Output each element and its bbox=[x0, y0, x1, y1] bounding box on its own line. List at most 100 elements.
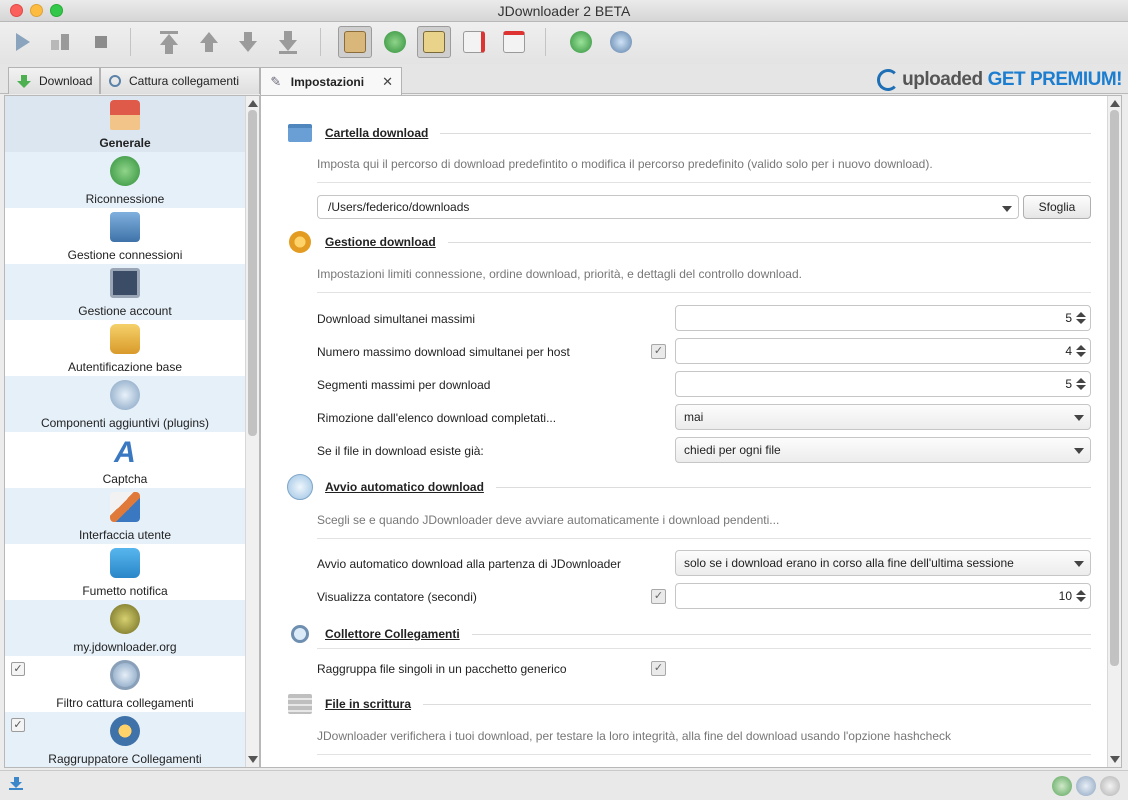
section-description: Imposta qui il percorso di download pred… bbox=[317, 157, 933, 171]
section-title: Cartella download bbox=[325, 126, 429, 140]
section-description: Impostazioni limiti connessione, ordine … bbox=[317, 267, 802, 281]
sidebar-item[interactable]: ✓ Raggruppatore Collegamenti bbox=[5, 712, 245, 767]
move-to-top-button[interactable] bbox=[152, 26, 186, 58]
sidebar-item-label: Fumetto notifica bbox=[82, 584, 168, 598]
auto-start-select[interactable]: solo se i download erano in corso alla f… bbox=[675, 550, 1091, 576]
section-rule bbox=[447, 241, 1091, 243]
sidebar-item[interactable]: Fumetto notifica bbox=[5, 544, 245, 600]
uploaded-premium-banner[interactable]: uploaded GET PREMIUM! bbox=[877, 69, 1123, 91]
update-button[interactable] bbox=[564, 26, 598, 58]
per-host-label: Numero massimo download simultanei per h… bbox=[317, 345, 570, 359]
sidebar-item[interactable]: A Captcha bbox=[5, 432, 245, 488]
toolbar-separator bbox=[130, 28, 131, 56]
section-header-link-collector: Collettore Collegamenti bbox=[285, 619, 1091, 649]
tab-link-grabber[interactable]: Cattura collegamenti bbox=[100, 67, 260, 94]
reconnect-toggle[interactable] bbox=[378, 26, 412, 58]
premium-button[interactable] bbox=[604, 26, 638, 58]
scroll-up-icon[interactable] bbox=[1110, 100, 1120, 107]
move-up-button[interactable] bbox=[192, 26, 226, 58]
tab-download[interactable]: Download bbox=[8, 67, 100, 94]
stop-downloads-button[interactable] bbox=[84, 26, 118, 58]
section-divider bbox=[317, 292, 1091, 293]
close-tab-icon[interactable]: ✕ bbox=[382, 74, 393, 90]
download-folder-combobox[interactable]: /Users/federico/downloads bbox=[317, 195, 1019, 219]
browse-button[interactable]: Sfoglia bbox=[1023, 195, 1091, 219]
filter-icon bbox=[108, 658, 142, 692]
scroll-thumb[interactable] bbox=[248, 110, 257, 436]
magnifier-icon bbox=[285, 619, 315, 649]
sidebar-item[interactable]: Generale bbox=[5, 96, 245, 152]
section-title: Gestione download bbox=[325, 235, 436, 249]
select-value: mai bbox=[684, 410, 704, 424]
select-value: chiedi per ogni file bbox=[684, 443, 781, 457]
section-description: Scegli se e quando JDownloader deve avvi… bbox=[317, 513, 780, 527]
sidebar-item-checkbox[interactable]: ✓ bbox=[11, 662, 25, 676]
auto-confirm-toggle[interactable] bbox=[417, 26, 451, 58]
sidebar-item-label: Componenti aggiuntivi (plugins) bbox=[40, 416, 210, 430]
settings-scrollbar[interactable] bbox=[1107, 96, 1121, 767]
gear-download-icon bbox=[285, 227, 315, 257]
sidebar-item[interactable]: Componenti aggiuntivi (plugins) bbox=[5, 376, 245, 432]
per-host-checkbox[interactable]: ✓ bbox=[651, 344, 666, 359]
per-host-spinner[interactable]: 4 bbox=[675, 338, 1091, 364]
stepper-arrows-icon[interactable] bbox=[1076, 590, 1086, 602]
toolbar-separator bbox=[320, 28, 321, 56]
file-exists-label: Se il file in download esiste già: bbox=[317, 444, 484, 458]
premium-icon bbox=[610, 31, 632, 53]
status-indicators bbox=[1052, 776, 1120, 796]
spinner-value: 4 bbox=[1065, 344, 1072, 358]
sidebar-item[interactable]: Gestione account bbox=[5, 264, 245, 320]
scroll-down-icon[interactable] bbox=[248, 756, 258, 763]
sidebar-item-label: Filtro cattura collegamenti bbox=[56, 696, 194, 710]
sidebar-item-label: Autentificazione base bbox=[67, 360, 183, 374]
file-exists-select[interactable]: chiedi per ogni file bbox=[675, 437, 1091, 463]
sidebar-item[interactable]: Autentificazione base bbox=[5, 320, 245, 376]
spinner-value: 5 bbox=[1065, 311, 1072, 325]
pause-downloads-button[interactable] bbox=[44, 26, 78, 58]
stepper-arrows-icon[interactable] bbox=[1076, 378, 1086, 390]
sidebar-scrollbar[interactable] bbox=[245, 96, 259, 767]
max-segments-spinner[interactable]: 5 bbox=[675, 371, 1091, 397]
move-down-button[interactable] bbox=[231, 26, 265, 58]
start-downloads-button[interactable] bbox=[6, 26, 40, 58]
reconnect-status-icon[interactable] bbox=[1052, 776, 1072, 796]
title-bar: JDownloader 2 BETA bbox=[0, 0, 1128, 22]
select-value: solo se i download erano in corso alla f… bbox=[684, 556, 1014, 570]
scroll-thumb[interactable] bbox=[1110, 110, 1119, 666]
tab-bar: Download Cattura collegamenti ✎ Impostaz… bbox=[0, 64, 1128, 95]
tab-label: Cattura collegamenti bbox=[129, 74, 240, 88]
chevron-down-icon bbox=[1074, 561, 1084, 567]
premium-cta: GET PREMIUM! bbox=[987, 69, 1123, 90]
home-icon bbox=[108, 98, 142, 132]
sidebar-item[interactable]: Gestione connessioni bbox=[5, 208, 245, 264]
linkgrabber-status-icon[interactable] bbox=[1076, 776, 1096, 796]
sidebar-item[interactable]: ✓ Filtro cattura collegamenti bbox=[5, 656, 245, 712]
max-simultaneous-spinner[interactable]: 5 bbox=[675, 305, 1091, 331]
clipboard-observer-toggle[interactable] bbox=[338, 26, 372, 58]
scroll-up-icon[interactable] bbox=[248, 100, 258, 107]
app-window: JDownloader 2 BETA Download Cattura coll… bbox=[0, 0, 1128, 800]
sidebar-item[interactable]: my.jdownloader.org bbox=[5, 600, 245, 656]
countdown-spinner[interactable]: 10 bbox=[675, 583, 1091, 609]
countdown-checkbox[interactable]: ✓ bbox=[651, 589, 666, 604]
section-rule bbox=[471, 633, 1091, 635]
tab-settings[interactable]: ✎ Impostazioni ✕ bbox=[260, 67, 402, 95]
group-single-files-checkbox[interactable]: ✓ bbox=[651, 661, 666, 676]
premium-status-icon[interactable] bbox=[1100, 776, 1120, 796]
sidebar-item-label: Captcha bbox=[102, 472, 148, 486]
remove-completed-select[interactable]: mai bbox=[675, 404, 1091, 430]
download-arrow-icon[interactable] bbox=[8, 777, 24, 793]
stepper-arrows-icon[interactable] bbox=[1076, 345, 1086, 357]
stepper-arrows-icon[interactable] bbox=[1076, 312, 1086, 324]
sidebar-item[interactable]: Interfaccia utente bbox=[5, 488, 245, 544]
scroll-down-icon[interactable] bbox=[1110, 756, 1120, 763]
toolbar bbox=[0, 22, 1128, 64]
remove-option-button[interactable] bbox=[457, 26, 491, 58]
reconnect-icon bbox=[384, 31, 406, 53]
move-to-bottom-button[interactable] bbox=[271, 26, 305, 58]
auto-start-label: Avvio automatico download alla partenza … bbox=[317, 557, 621, 571]
shutdown-option-button[interactable] bbox=[497, 26, 531, 58]
uploaded-logo-icon bbox=[877, 69, 900, 91]
sidebar-item[interactable]: Riconnessione bbox=[5, 152, 245, 208]
sidebar-item-checkbox[interactable]: ✓ bbox=[11, 718, 25, 732]
